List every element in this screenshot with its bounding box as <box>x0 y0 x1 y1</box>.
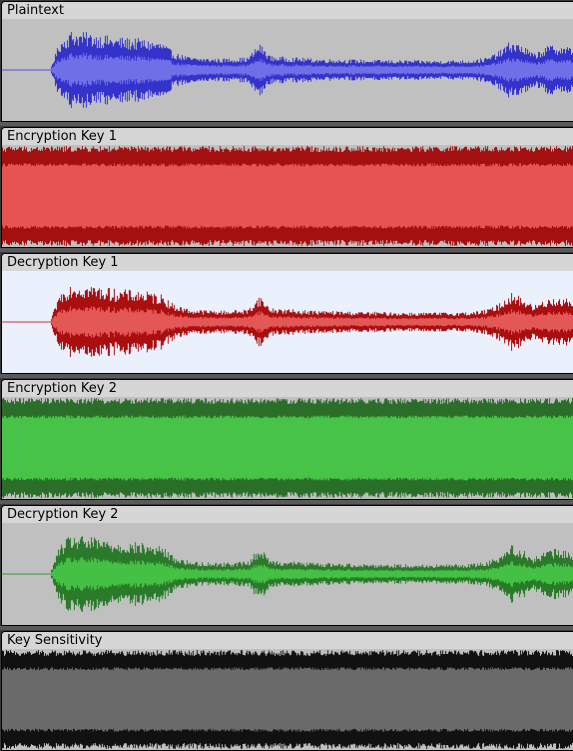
track-name-label[interactable]: Plaintext <box>2 2 573 19</box>
waveform-decryption-key-2[interactable] <box>2 523 573 625</box>
waveform-rms <box>2 667 573 732</box>
waveform-svg <box>2 146 573 246</box>
waveform-plaintext[interactable] <box>2 19 573 121</box>
track-panel[interactable]: Key Sensitivity <box>1 631 573 751</box>
track-key-sensitivity[interactable]: Key Sensitivity <box>0 630 573 751</box>
waveform-rms <box>2 556 573 592</box>
track-name-label[interactable]: Decryption Key 2 <box>2 506 573 523</box>
waveform-encryption-key-1[interactable] <box>2 145 573 247</box>
waveform-svg <box>2 536 573 612</box>
waveform-svg <box>2 398 573 498</box>
waveform-rms <box>2 52 573 88</box>
waveform-key-sensitivity[interactable] <box>2 649 573 750</box>
waveform-svg <box>2 32 573 108</box>
track-panel[interactable]: Decryption Key 1 <box>1 253 573 374</box>
waveform-encryption-key-2[interactable] <box>2 397 573 499</box>
track-encryption-key-1[interactable]: Encryption Key 1 <box>0 126 573 252</box>
track-panel[interactable]: Encryption Key 2 <box>1 379 573 500</box>
track-decryption-key-1[interactable]: Decryption Key 1 <box>0 252 573 378</box>
waveform-rms <box>2 163 573 229</box>
track-panel[interactable]: Plaintext <box>1 1 573 122</box>
track-plaintext[interactable]: Plaintext <box>0 0 573 126</box>
waveform-rms <box>2 415 573 481</box>
waveform-decryption-key-1[interactable] <box>2 271 573 373</box>
track-encryption-key-2[interactable]: Encryption Key 2 <box>0 378 573 504</box>
track-name-label[interactable]: Encryption Key 2 <box>2 380 573 397</box>
track-name-label[interactable]: Decryption Key 1 <box>2 254 573 271</box>
track-decryption-key-2[interactable]: Decryption Key 2 <box>0 504 573 630</box>
waveform-svg <box>2 287 573 357</box>
waveform-svg <box>2 649 573 750</box>
track-name-label[interactable]: Key Sensitivity <box>2 632 573 649</box>
track-panel[interactable]: Decryption Key 2 <box>1 505 573 626</box>
track-panel[interactable]: Encryption Key 1 <box>1 127 573 248</box>
track-name-label[interactable]: Encryption Key 1 <box>2 128 573 145</box>
